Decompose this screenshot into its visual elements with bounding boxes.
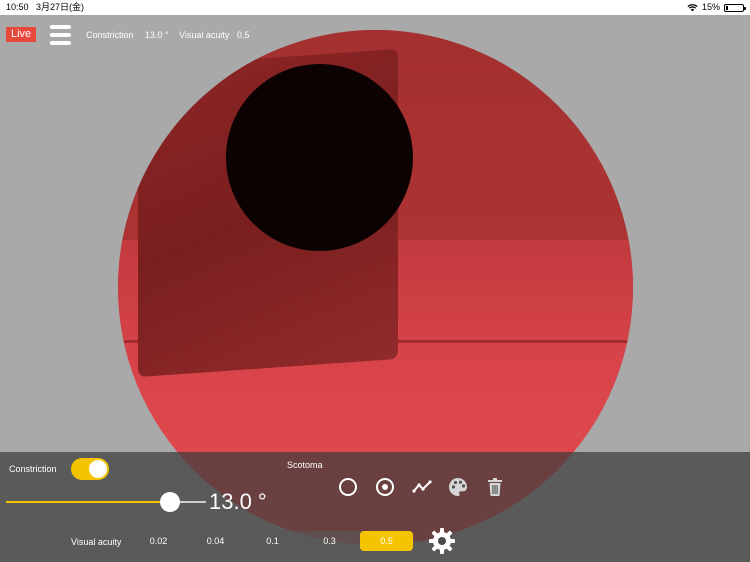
control-panel: Constriction Scotoma 13.0 ° Visual acuit…: [0, 452, 750, 562]
status-right: 15%: [687, 0, 746, 15]
battery-percent: 15%: [701, 2, 720, 12]
menu-icon[interactable]: [50, 25, 71, 45]
line-chart-icon[interactable]: [412, 477, 432, 497]
constriction-toggle[interactable]: [71, 458, 109, 480]
acuity-option-0-1[interactable]: 0.1: [244, 531, 301, 551]
circle-outline-icon[interactable]: [338, 477, 358, 497]
battery-fill: [726, 5, 729, 10]
constriction-value: 13.0 °: [209, 489, 267, 514]
trash-icon[interactable]: [485, 477, 505, 497]
top-constriction-value: 13.0 °: [145, 30, 169, 40]
constriction-slider[interactable]: [6, 492, 206, 512]
top-visual-acuity-label: Visual acuity: [179, 30, 230, 40]
toggle-knob: [89, 460, 107, 478]
slider-thumb[interactable]: [160, 492, 180, 512]
acuity-option-0-02[interactable]: 0.02: [130, 531, 187, 551]
visual-acuity-label: Visual acuity: [71, 537, 122, 547]
live-badge[interactable]: Live: [6, 27, 37, 42]
wifi-icon: [687, 4, 698, 12]
constriction-label: Constriction: [9, 464, 57, 474]
top-constriction-label: Constriction: [86, 30, 134, 40]
gear-icon[interactable]: [428, 527, 456, 555]
scotoma-label: Scotoma: [287, 460, 323, 470]
acuity-option-0-5[interactable]: 0.5: [360, 531, 413, 551]
palette-icon[interactable]: [448, 477, 468, 497]
slider-fill: [6, 501, 170, 503]
circle-dot-icon[interactable]: [375, 477, 395, 497]
top-visual-acuity-value: 0.5: [237, 30, 250, 40]
battery-icon: [724, 3, 746, 12]
status-bar: 10:50 3月27日(金) 15%: [0, 0, 750, 15]
status-time: 10:50: [6, 2, 29, 12]
acuity-option-0-3[interactable]: 0.3: [301, 531, 358, 551]
status-date: 3月27日(金): [36, 2, 85, 12]
battery-tip: [744, 6, 746, 10]
acuity-option-0-04[interactable]: 0.04: [187, 531, 244, 551]
scotoma-overlay[interactable]: [226, 64, 413, 251]
